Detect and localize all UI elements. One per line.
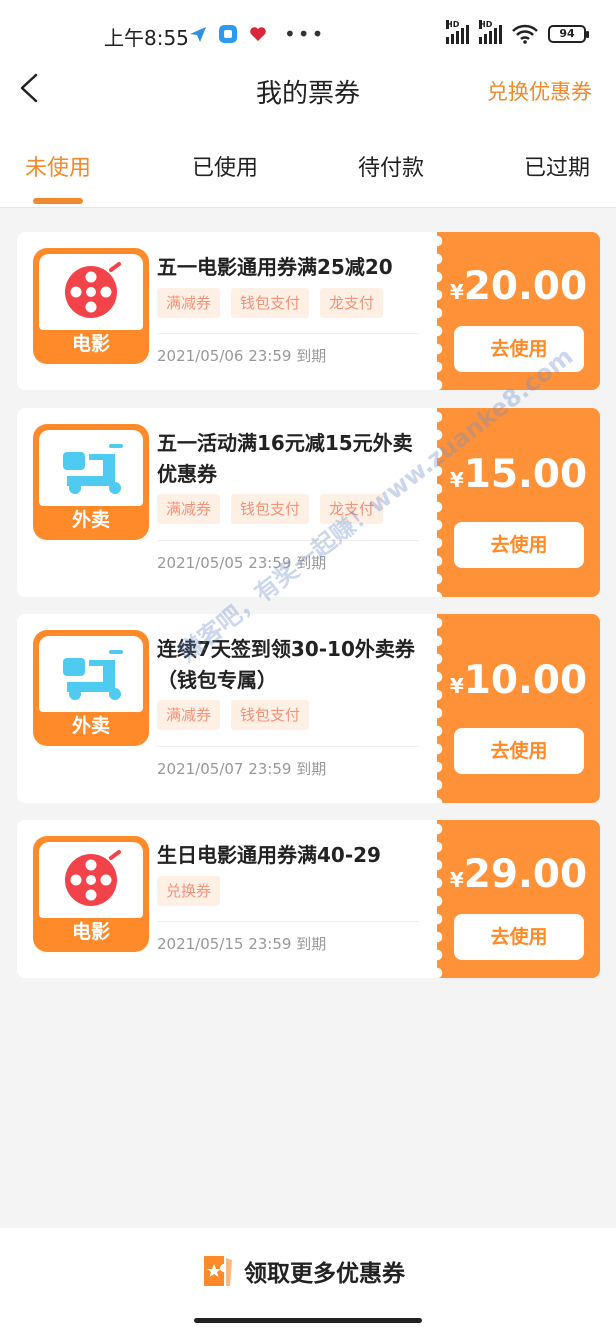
coupon-card[interactable]: 电影 五一电影通用券满25减20 满减券 钱包支付 龙支付 2021/05/06… xyxy=(17,232,600,390)
coupon-category-badge: 外卖 xyxy=(33,424,149,540)
use-coupon-button[interactable]: 去使用 xyxy=(454,728,584,774)
coupon-tag: 钱包支付 xyxy=(231,494,310,524)
heart-notification-icon xyxy=(250,27,266,41)
coupon-tag: 满减券 xyxy=(157,494,221,524)
coupon-category-label: 外卖 xyxy=(71,715,110,737)
coupon-expiry: 2021/05/15 23:59 到期 xyxy=(157,935,327,953)
coupon-amount: ¥15.00 xyxy=(449,452,588,497)
scooter-icon xyxy=(63,650,123,700)
coupon-info: 外卖 连续7天签到领30-10外卖券（钱包专属） 满减券 钱包支付 2021/0… xyxy=(17,614,442,803)
coupon-tag: 兑换券 xyxy=(157,876,221,906)
divider xyxy=(157,540,419,541)
coupon-category-label: 电影 xyxy=(71,333,110,355)
coupon-category-label: 电影 xyxy=(71,921,110,943)
coupon-tag: 钱包支付 xyxy=(231,288,310,318)
scooter-icon xyxy=(63,444,123,494)
divider xyxy=(157,921,419,922)
coupon-tags: 兑换券 xyxy=(157,876,221,906)
status-bar: 上午8:55 ••• HD HD 94 xyxy=(0,0,616,70)
coupon-value-panel: ¥10.00 去使用 xyxy=(437,614,600,803)
status-time: 上午8:55 xyxy=(104,26,189,50)
use-coupon-button[interactable]: 去使用 xyxy=(454,522,584,568)
coupon-category-label: 外卖 xyxy=(71,509,110,531)
coupon-amount: ¥10.00 xyxy=(449,658,588,703)
get-more-coupons-button[interactable]: 领取更多优惠券 xyxy=(200,1252,405,1290)
film-reel-icon xyxy=(65,850,121,906)
coupon-title: 生日电影通用券满40-29 xyxy=(157,843,381,867)
coupon-tag: 满减券 xyxy=(157,700,221,730)
active-tab-indicator xyxy=(33,198,83,204)
divider xyxy=(157,333,419,334)
coupon-tag: 钱包支付 xyxy=(231,700,310,730)
coupon-expiry: 2021/05/07 23:59 到期 xyxy=(157,760,327,778)
plane-notification-icon xyxy=(190,27,206,42)
more-notifications-icon: ••• xyxy=(284,22,326,46)
tab-bar: 未使用 已使用 待付款 已过期 xyxy=(0,130,616,208)
battery-icon: 94 xyxy=(548,25,589,43)
coupon-info: 电影 五一电影通用券满25减20 满减券 钱包支付 龙支付 2021/05/06… xyxy=(17,232,442,390)
signal-icon: HD xyxy=(479,20,502,44)
coupon-tag: 龙支付 xyxy=(320,288,384,318)
ticket-star-icon xyxy=(204,1256,232,1286)
coupon-value-panel: ¥29.00 去使用 xyxy=(437,820,600,978)
home-indicator[interactable] xyxy=(194,1318,422,1323)
get-more-coupons-label: 领取更多优惠券 xyxy=(244,1261,405,1287)
coupon-amount: ¥20.00 xyxy=(449,264,588,309)
film-reel-icon xyxy=(65,262,121,318)
tab-expired[interactable]: 已过期 xyxy=(524,150,590,182)
coupon-expiry: 2021/05/06 23:59 到期 xyxy=(157,347,327,365)
notification-icons: ••• xyxy=(188,24,325,44)
signal-icon: HD xyxy=(446,20,469,44)
coupon-amount: ¥29.00 xyxy=(449,852,588,897)
exchange-coupon-link[interactable]: 兑换优惠券 xyxy=(487,76,592,106)
use-coupon-button[interactable]: 去使用 xyxy=(454,914,584,960)
coupon-tag: 满减券 xyxy=(157,288,221,318)
app-notification-icon xyxy=(219,25,237,43)
coupon-info: 电影 生日电影通用券满40-29 兑换券 2021/05/15 23:59 到期 xyxy=(17,820,442,978)
divider xyxy=(157,746,419,747)
coupon-title: 五一电影通用券满25减20 xyxy=(157,255,393,279)
coupon-category-badge: 电影 xyxy=(33,248,149,364)
coupon-card[interactable]: 电影 生日电影通用券满40-29 兑换券 2021/05/15 23:59 到期… xyxy=(17,820,600,978)
tab-used[interactable]: 已使用 xyxy=(192,150,258,182)
coupon-tags: 满减券 钱包支付 xyxy=(157,700,310,730)
coupon-tags: 满减券 钱包支付 龙支付 xyxy=(157,288,384,318)
tab-pending-payment[interactable]: 待付款 xyxy=(358,150,424,182)
tab-unused[interactable]: 未使用 xyxy=(25,150,91,182)
bottom-bar: 领取更多优惠券 xyxy=(0,1228,616,1334)
coupon-category-badge: 外卖 xyxy=(33,630,149,746)
system-icons: HD HD 94 xyxy=(446,20,589,44)
top-nav-bar: 我的票券 兑换优惠券 xyxy=(0,70,616,130)
wifi-icon xyxy=(512,24,538,44)
coupon-category-badge: 电影 xyxy=(33,836,149,952)
coupon-card[interactable]: 外卖 连续7天签到领30-10外卖券（钱包专属） 满减券 钱包支付 2021/0… xyxy=(17,614,600,803)
